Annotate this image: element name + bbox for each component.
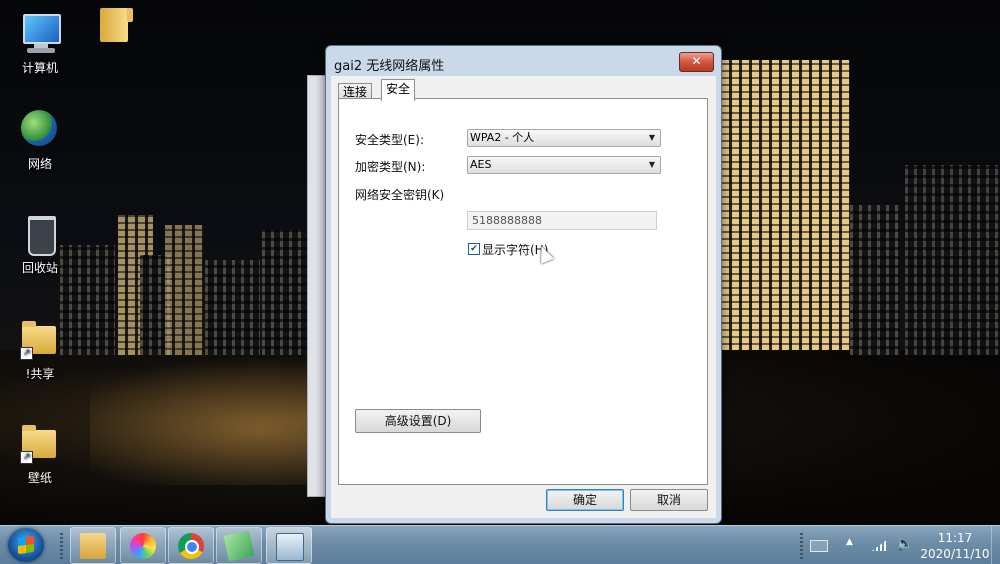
recycle-bin-icon (18, 212, 62, 256)
encryption-type-label: 加密类型(N): (355, 160, 426, 174)
taskbar-app-explorer[interactable] (70, 527, 116, 564)
building (850, 205, 900, 355)
desktop-icon-label: 回收站 (21, 261, 58, 275)
desktop-icon-computer[interactable]: 计算机 (8, 12, 72, 76)
taskbar-app-pinwheel[interactable] (120, 527, 166, 564)
taskbar: ▲ 🔈 11:17 2020/11/10 (0, 525, 1000, 564)
network-key-input[interactable] (467, 211, 657, 230)
cancel-button[interactable]: 取消 (630, 489, 708, 511)
pinwheel-icon (130, 533, 156, 559)
notes-icon (223, 530, 255, 562)
dialog-client-area: 连接 安全 安全类型(E): WPA2 - 个人 ▼ 加密类型(N): AES … (331, 76, 716, 518)
building (262, 230, 307, 355)
start-button[interactable] (8, 528, 44, 562)
desktop-icon-label: 计算机 (21, 61, 58, 75)
windows-logo-icon (18, 535, 34, 555)
tray-grip[interactable] (800, 531, 803, 559)
keyboard-icon[interactable] (810, 540, 828, 552)
taskbar-app-chrome[interactable] (168, 527, 214, 564)
network-icon (18, 108, 62, 152)
tab-security[interactable]: 安全 (381, 79, 416, 101)
taskbar-app-notes[interactable] (216, 527, 262, 564)
volume-icon[interactable]: 🔈 (896, 537, 913, 551)
desktop-icon-recycle-bin[interactable]: 回收站 (8, 212, 72, 276)
wireless-properties-dialog: gai2 无线网络属性 ✕ 连接 安全 安全类型(E): WPA2 - 个人 ▼… (325, 45, 722, 524)
folder-shortcut-icon: ↗ (18, 318, 62, 362)
dropdown-arrow-icon: ▼ (648, 133, 655, 142)
security-type-label: 安全类型(E): (355, 133, 424, 147)
ok-button[interactable]: 确定 (546, 489, 624, 511)
folder-icon (92, 4, 136, 48)
folder-icon (80, 533, 106, 559)
show-desktop-button[interactable] (991, 526, 1000, 564)
desktop-icon-label: 壁纸 (27, 471, 52, 485)
close-button[interactable]: ✕ (679, 52, 714, 72)
taskbar-app-network-properties[interactable] (266, 527, 312, 564)
taskbar-grip[interactable] (60, 531, 63, 559)
computer-icon (18, 12, 62, 56)
desktop-icon-share[interactable]: ↗ !共享 (8, 318, 72, 382)
show-hidden-icons-arrow-icon[interactable]: ▲ (846, 537, 853, 547)
desktop-icon-wallpaper[interactable]: ↗ 壁纸 (8, 422, 72, 486)
dialog-titlebar[interactable]: gai2 无线网络属性 ✕ (326, 46, 721, 76)
dropdown-arrow-icon: ▼ (648, 160, 655, 169)
security-type-select[interactable]: WPA2 - 个人 ▼ (467, 129, 661, 147)
desktop-icon-label: 网络 (27, 157, 52, 171)
dialog-title: gai2 无线网络属性 (334, 59, 445, 74)
clock-time[interactable]: 11:17 (920, 531, 990, 545)
mouse-cursor-icon (535, 243, 554, 264)
building (165, 225, 203, 355)
advanced-settings-button[interactable]: 高级设置(D) (355, 409, 481, 433)
folder-shortcut-icon: ↗ (18, 422, 62, 466)
network-window-icon (276, 533, 304, 561)
encryption-type-select[interactable]: AES ▼ (467, 156, 661, 174)
show-characters-checkbox[interactable]: ✔ (468, 243, 480, 255)
building (722, 60, 850, 350)
clock-date[interactable]: 2020/11/10 (916, 547, 994, 561)
desktop-icon-label: !共享 (25, 367, 55, 381)
desktop-icon-network[interactable]: 网络 (8, 108, 72, 172)
security-type-value: WPA2 - 个人 (470, 131, 535, 144)
wifi-signal-icon[interactable] (872, 539, 888, 551)
building (905, 165, 1000, 355)
building (205, 260, 260, 355)
desktop-icon-folder[interactable] (82, 4, 146, 51)
encryption-type-value: AES (470, 158, 492, 171)
network-key-label: 网络安全密钥(K) (355, 188, 445, 202)
security-tab-panel: 安全类型(E): WPA2 - 个人 ▼ 加密类型(N): AES ▼ 网络安全… (338, 98, 708, 485)
chrome-icon (178, 533, 204, 559)
close-icon: ✕ (691, 54, 702, 68)
